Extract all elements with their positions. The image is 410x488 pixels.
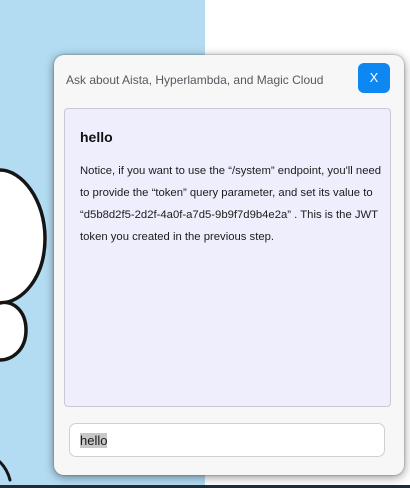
chat-input[interactable]: hello	[69, 423, 385, 457]
close-button[interactable]: X	[358, 63, 390, 93]
chat-header: Ask about Aista, Hyperlambda, and Magic …	[54, 55, 404, 105]
chat-input-value: hello	[80, 432, 108, 448]
message-title: hello	[80, 129, 113, 145]
chat-window: Ask about Aista, Hyperlambda, and Magic …	[54, 55, 404, 475]
chat-title: Ask about Aista, Hyperlambda, and Magic …	[66, 73, 324, 87]
message-body: Notice, if you want to use the “/system”…	[80, 160, 385, 248]
message-text: Notice, if you want to use the “/system”…	[80, 165, 382, 243]
message-area: hello Notice, if you want to use the “/s…	[64, 108, 391, 407]
